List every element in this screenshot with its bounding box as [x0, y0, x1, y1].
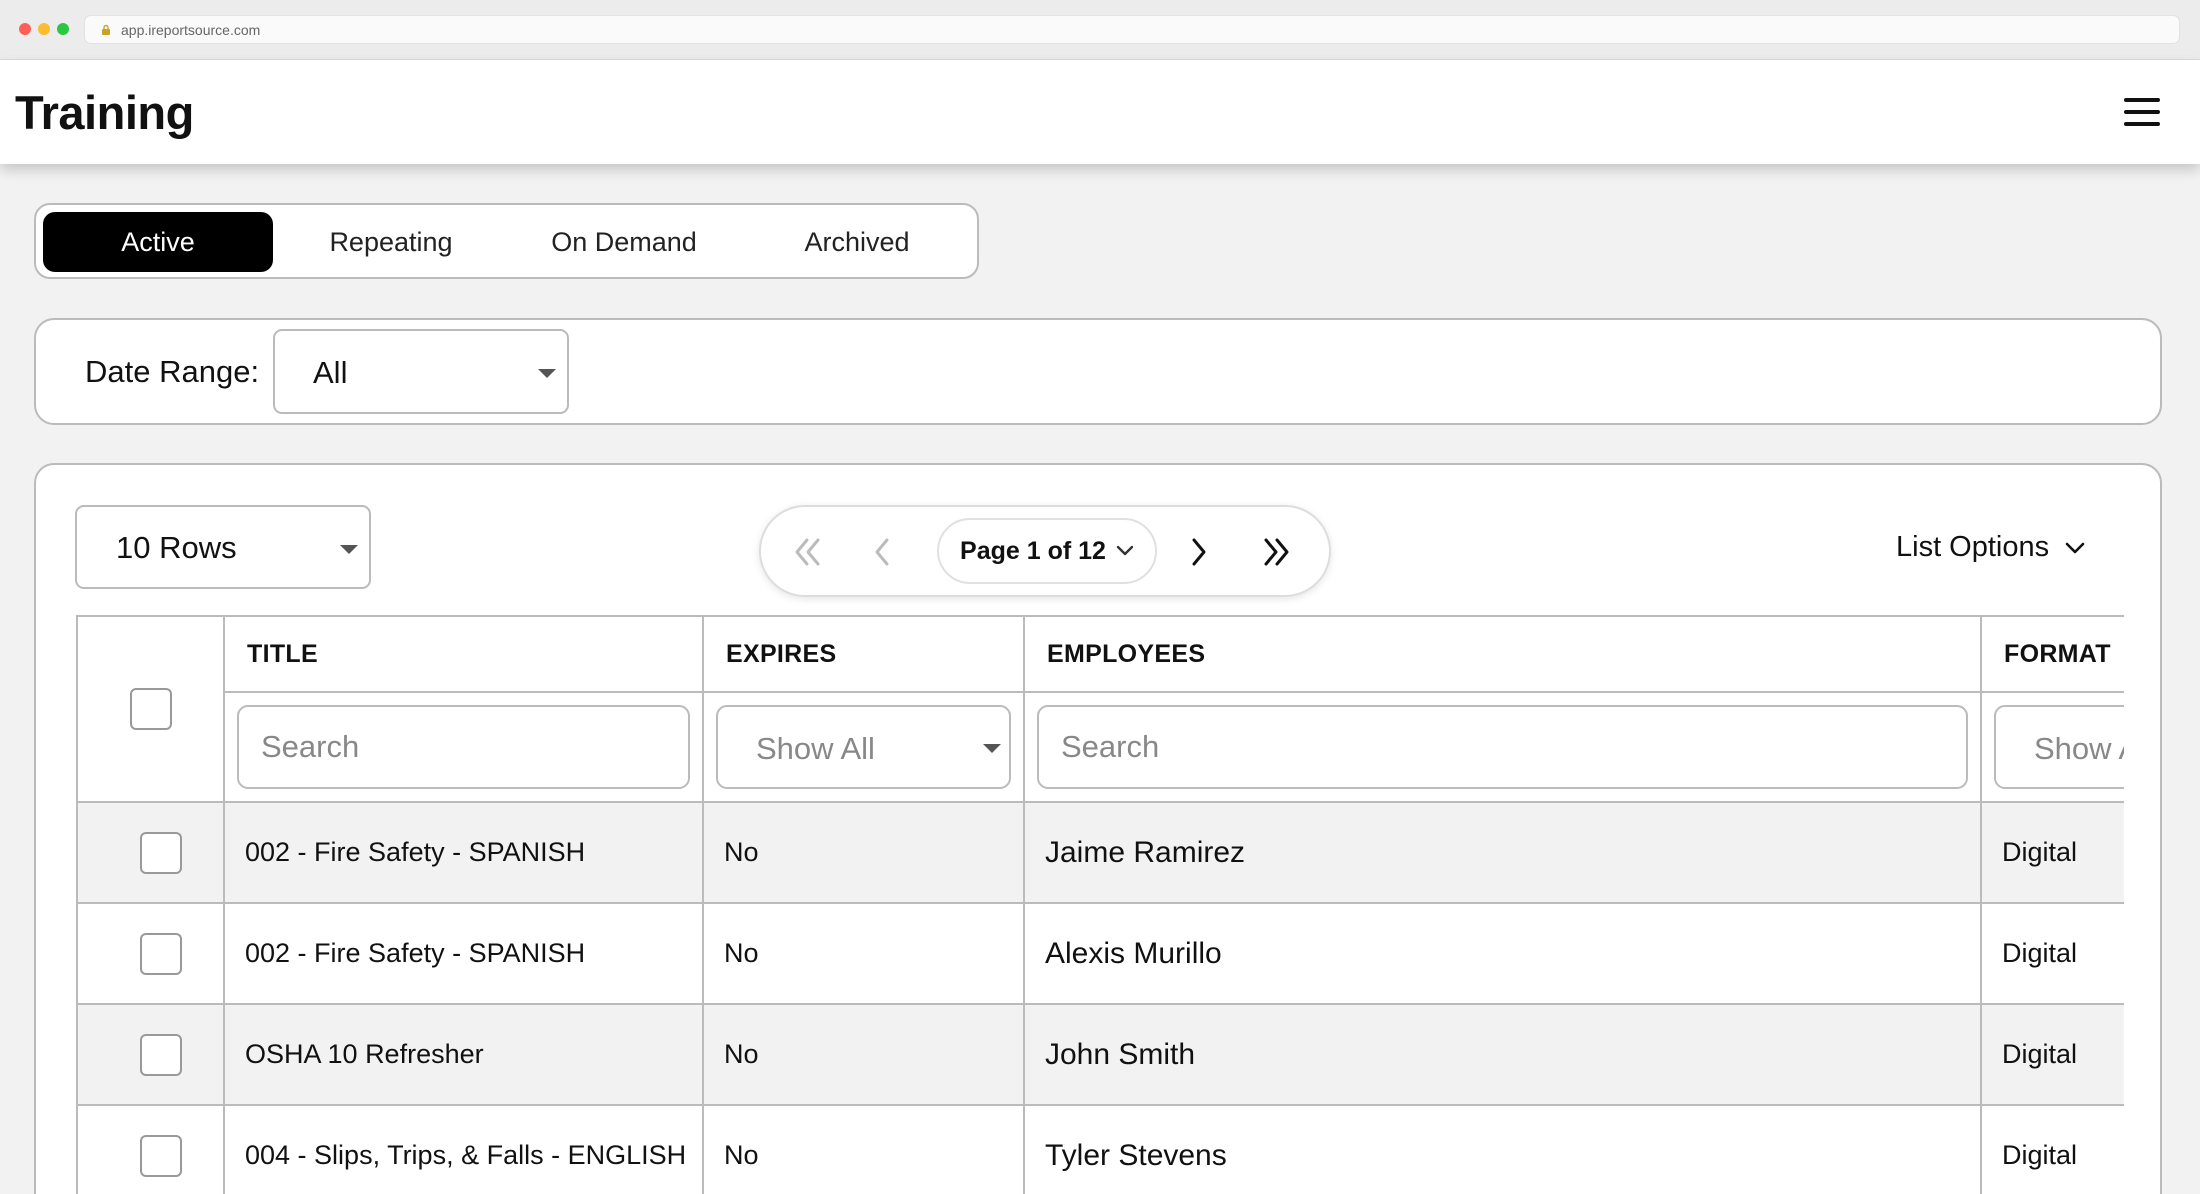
date-range-filter-card: Date Range: All — [34, 318, 2162, 425]
format-filter-select[interactable]: Show All — [1994, 705, 2124, 789]
title-filter-cell — [223, 691, 704, 803]
row-employees: Alexis Murillo — [1023, 902, 1982, 1005]
expires-filter-select[interactable]: Show All — [716, 705, 1011, 789]
row-format: Digital — [1980, 1003, 2124, 1106]
window-minimize-button[interactable] — [38, 23, 50, 35]
table-header-row: TITLE EXPIRES EMPLOYEES FORMAT — [76, 615, 2124, 803]
pagination: Page 1 of 12 — [759, 505, 1331, 597]
previous-page-icon[interactable] — [856, 525, 910, 579]
format-filter-value: Show All — [2034, 731, 2124, 766]
last-page-icon[interactable] — [1249, 525, 1303, 579]
row-expires: No — [702, 1104, 1025, 1194]
row-employees: John Smith — [1023, 1003, 1982, 1106]
list-options-dropdown[interactable]: List Options — [1896, 531, 2085, 564]
caret-down-icon — [983, 744, 1001, 753]
table-row[interactable]: 004 - Slips, Trips, & Falls - ENGLISH No… — [76, 1104, 2124, 1194]
table-row[interactable]: OSHA 10 Refresher No John Smith Digital — [76, 1003, 2124, 1106]
url-text: app.ireportsource.com — [121, 22, 261, 38]
address-bar[interactable]: app.ireportsource.com — [84, 15, 2180, 44]
row-employees: Jaime Ramirez — [1023, 801, 1982, 904]
training-table: TITLE EXPIRES EMPLOYEES FORMAT Show All — [76, 615, 2124, 1194]
hamburger-menu-icon[interactable] — [2124, 98, 2160, 126]
status-tabs: Active Repeating On Demand Archived — [34, 203, 979, 279]
row-checkbox[interactable] — [139, 1033, 182, 1076]
lock-icon — [102, 24, 110, 35]
page-indicator: Page 1 of 12 — [960, 536, 1106, 565]
row-format: Digital — [1980, 1104, 2124, 1194]
expires-filter-cell: Show All — [702, 691, 1025, 803]
row-format: Digital — [1980, 801, 2124, 904]
column-header-title[interactable]: TITLE — [223, 615, 704, 693]
row-select-cell — [76, 902, 225, 1005]
title-search-input[interactable] — [237, 705, 690, 789]
row-employees: Tyler Stevens — [1023, 1104, 1982, 1194]
row-format: Digital — [1980, 902, 2124, 1005]
table-filter-row: Show All Show All — [77, 691, 2124, 803]
row-title: OSHA 10 Refresher — [223, 1003, 704, 1106]
date-range-value: All — [313, 355, 348, 390]
tab-on-demand[interactable]: On Demand — [509, 212, 739, 272]
row-expires: No — [702, 902, 1025, 1005]
row-expires: No — [702, 1003, 1025, 1106]
column-header-employees[interactable]: EMPLOYEES — [1023, 615, 1982, 693]
rows-per-page-select[interactable]: 10 Rows — [75, 505, 371, 589]
tab-archived[interactable]: Archived — [742, 212, 972, 272]
caret-down-icon — [538, 369, 556, 378]
next-page-icon[interactable] — [1171, 525, 1225, 579]
employees-search-input[interactable] — [1037, 705, 1968, 789]
table-row[interactable]: 002 - Fire Safety - SPANISH No Alexis Mu… — [76, 902, 2124, 1005]
page-title: Training — [15, 86, 194, 139]
window-close-button[interactable] — [19, 23, 31, 35]
browser-chrome: app.ireportsource.com — [0, 0, 2200, 60]
chevron-down-icon — [2065, 542, 2085, 553]
row-select-cell — [76, 801, 225, 904]
row-title: 004 - Slips, Trips, & Falls - ENGLISH — [223, 1104, 704, 1194]
row-checkbox[interactable] — [139, 1134, 182, 1177]
training-table-container[interactable]: TITLE EXPIRES EMPLOYEES FORMAT Show All — [76, 615, 2124, 1194]
format-filter-cell: Show All — [1980, 691, 2124, 803]
date-range-select[interactable]: All — [273, 329, 569, 414]
row-checkbox[interactable] — [139, 932, 182, 975]
tab-active[interactable]: Active — [43, 212, 273, 272]
row-select-cell — [76, 1104, 225, 1194]
table-row[interactable]: 002 - Fire Safety - SPANISH No Jaime Ram… — [76, 801, 2124, 904]
tab-repeating[interactable]: Repeating — [276, 212, 506, 272]
row-title: 002 - Fire Safety - SPANISH — [223, 801, 704, 904]
first-page-icon[interactable] — [781, 525, 835, 579]
rows-per-page-value: 10 Rows — [116, 530, 237, 565]
row-expires: No — [702, 801, 1025, 904]
caret-down-icon — [340, 545, 358, 554]
row-checkbox[interactable] — [139, 831, 182, 874]
chevron-down-icon — [1116, 545, 1134, 556]
list-options-label: List Options — [1896, 531, 2050, 563]
column-header-expires[interactable]: EXPIRES — [702, 615, 1025, 693]
employees-filter-cell — [1023, 691, 1982, 803]
row-title: 002 - Fire Safety - SPANISH — [223, 902, 704, 1005]
date-range-label: Date Range: — [85, 354, 260, 389]
column-header-format[interactable]: FORMAT — [1980, 615, 2124, 693]
page-select[interactable]: Page 1 of 12 — [937, 518, 1157, 584]
window-maximize-button[interactable] — [57, 23, 69, 35]
row-select-cell — [76, 1003, 225, 1106]
training-list-card: 10 Rows Page 1 of 12 List Options TITLE … — [34, 463, 2162, 1194]
app-header: Training — [0, 60, 2200, 164]
select-all-cell — [76, 615, 225, 803]
expires-filter-value: Show All — [756, 731, 875, 766]
select-all-checkbox[interactable] — [129, 688, 172, 730]
